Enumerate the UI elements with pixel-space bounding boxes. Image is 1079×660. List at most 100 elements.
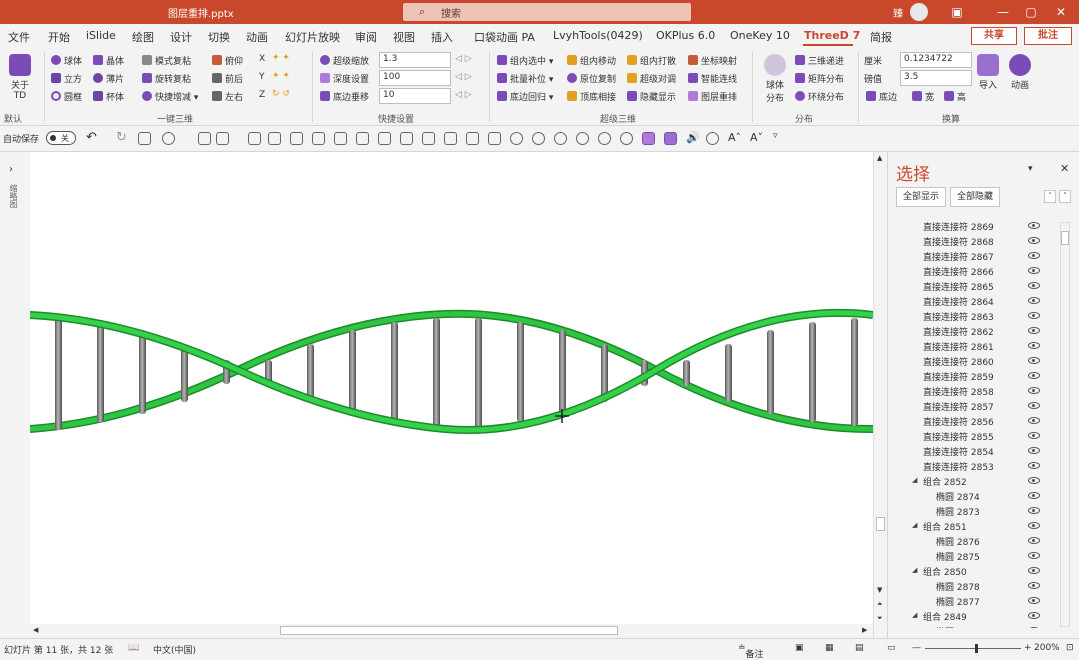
cup-button[interactable]: 杯体 [93,90,124,103]
shift-step-arrows[interactable]: ◁ ▷ [455,90,472,100]
visibility-eye-icon[interactable] [1028,252,1040,259]
visibility-eye-icon[interactable] [1028,372,1040,379]
move-up-button[interactable]: ˄ [1044,190,1056,203]
tab-pocket-animation[interactable]: 口袋动画 PA [474,29,535,45]
visibility-eye-icon[interactable] [1028,222,1040,229]
arrow-left-icon[interactable] [488,132,501,145]
in-place-copy-button[interactable]: 原位复制 [567,72,616,85]
import-button[interactable]: 导入 [976,54,1000,91]
selection-list-item[interactable]: 椭圆 2877 [888,593,1058,608]
group-break-button[interactable]: 组内打散 [627,54,676,67]
quick-add-remove-button[interactable]: 快捷增减 ▾ [142,90,198,103]
autosave-toggle[interactable]: 关 [46,131,76,145]
zoom-in-icon[interactable]: + [1024,643,1032,653]
visibility-eye-icon[interactable] [1028,312,1040,319]
visibility-eye-icon[interactable] [1028,567,1040,574]
selection-list-item[interactable]: 直接连接符 2867 [888,248,1058,263]
x-rotate-icons[interactable]: ✦ ✦ [272,53,290,63]
visibility-eye-icon[interactable] [1028,612,1040,619]
merge-union-icon[interactable] [510,132,523,145]
selection-list-item[interactable]: ◢ 组合 2849 [888,608,1058,623]
next-slide-icon[interactable]: ⏷ [877,614,883,623]
tab-insert[interactable]: 插入 [431,29,453,45]
selection-list-item[interactable]: 直接连接符 2862 [888,323,1058,338]
sheet-button[interactable]: 薄片 [93,72,124,85]
selection-list-item[interactable]: 直接连接符 2864 [888,293,1058,308]
tab-threed[interactable]: ThreeD 7 [804,29,860,42]
visibility-eye-icon[interactable] [1028,507,1040,514]
cm-input[interactable]: 0.1234722 [900,52,972,68]
slideshow-icon[interactable]: ▭ [887,643,896,653]
about-button[interactable]: 关于 TD [6,54,34,101]
shape-fill-icon[interactable] [162,132,175,145]
redo-icon[interactable]: ↻ [116,130,127,145]
layer-reorder-button[interactable]: 图层重排 [688,90,737,103]
tab-review[interactable]: 审阅 [355,29,377,45]
group-select-button[interactable]: 组内选中 ▾ [497,54,553,67]
language[interactable]: 中文(中国) [153,643,196,656]
minimize-button[interactable]: — [992,2,1014,22]
scroll-left-icon[interactable]: ◀ [33,626,38,634]
hide-show-button[interactable]: 隐藏显示 [627,90,676,103]
tab-file[interactable]: 文件 [8,29,30,45]
selection-list-item[interactable]: 直接连接符 2858 [888,383,1058,398]
super-swap-button[interactable]: 超级对调 [627,72,676,85]
coord-map-button[interactable]: 坐标映射 [688,54,737,67]
surround-distribute-button[interactable]: 环绕分布 [795,90,844,103]
bottom-shift-input[interactable]: 10 [379,88,451,104]
tab-animations[interactable]: 动画 [246,29,268,45]
distribute-h-icon[interactable] [378,132,391,145]
collapse-triangle-icon[interactable]: ◢ [912,566,917,574]
close-button[interactable]: ✕ [1050,2,1072,22]
selection-list-item[interactable]: 直接连接符 2861 [888,338,1058,353]
tab-lvyhtools[interactable]: LvyhTools(0429) [553,29,643,42]
tab-draw[interactable]: 绘图 [132,29,154,45]
visibility-eye-icon[interactable] [1028,582,1040,589]
tab-home[interactable]: 开始 [48,29,70,45]
tab-islide[interactable]: iSlide [86,29,116,42]
tab-design[interactable]: 设计 [170,29,192,45]
shape-outline-icon[interactable] [198,132,211,145]
visibility-eye-icon[interactable] [1028,297,1040,304]
expand-thumbnails-icon[interactable]: › [9,164,13,175]
visibility-eye-icon[interactable] [1028,282,1040,289]
pane-scroll-thumb[interactable] [1061,231,1069,245]
rectangle-icon[interactable] [216,132,229,145]
scroll-down-icon[interactable]: ▼ [877,586,882,594]
visibility-eye-icon[interactable] [1028,417,1040,424]
visibility-eye-icon[interactable] [1028,492,1040,499]
eye-icon[interactable] [620,132,633,145]
lasso-icon[interactable] [706,132,719,145]
normal-view-icon[interactable]: ▣ [795,643,804,653]
top-bottom-join-button[interactable]: 顶底相接 [567,90,616,103]
visibility-eye-icon[interactable] [1028,447,1040,454]
cube-button[interactable]: 立方 [51,72,82,85]
visibility-eye-icon[interactable] [1028,387,1040,394]
selection-list-item[interactable]: ◢ 组合 2850 [888,563,1058,578]
notes-button[interactable]: ≐ 备注 [738,643,764,660]
zoom-level-text[interactable]: 200% [1034,643,1060,653]
font-decrease-icon[interactable]: A˅ [750,131,763,144]
distribute-v-icon[interactable] [400,132,413,145]
selection-list-item[interactable]: 直接连接符 2853 [888,458,1058,473]
spell-check-icon[interactable]: 📖 [128,643,139,653]
selection-list-item[interactable]: 直接连接符 2854 [888,443,1058,458]
triangle-icon[interactable] [466,132,479,145]
selection-list-item[interactable]: 椭圆 2873 [888,503,1058,518]
align-bottom-icon[interactable] [356,132,369,145]
depth-input[interactable]: 100 [379,70,451,86]
selection-list-item[interactable]: 直接连接符 2866 [888,263,1058,278]
y-rotate-icons[interactable]: ✦ ✦ [272,71,290,81]
tab-okplus[interactable]: OKPlus 6.0 [656,29,715,42]
align-top-icon[interactable] [312,132,325,145]
align-center-icon[interactable] [268,132,281,145]
visibility-eye-icon[interactable] [1028,537,1040,544]
sphere-distribute-button[interactable]: 球体 分布 [760,54,790,104]
visibility-eye-icon[interactable] [1028,462,1040,469]
pane-options-icon[interactable]: ▾ [1028,164,1033,174]
show-all-button[interactable]: 全部显示 [896,187,947,207]
fit-slide-icon[interactable]: ⊡ [1066,643,1074,653]
tab-transitions[interactable]: 切换 [208,29,230,45]
prev-slide-icon[interactable]: ⏶ [877,600,883,609]
paint-icon[interactable] [664,132,677,145]
